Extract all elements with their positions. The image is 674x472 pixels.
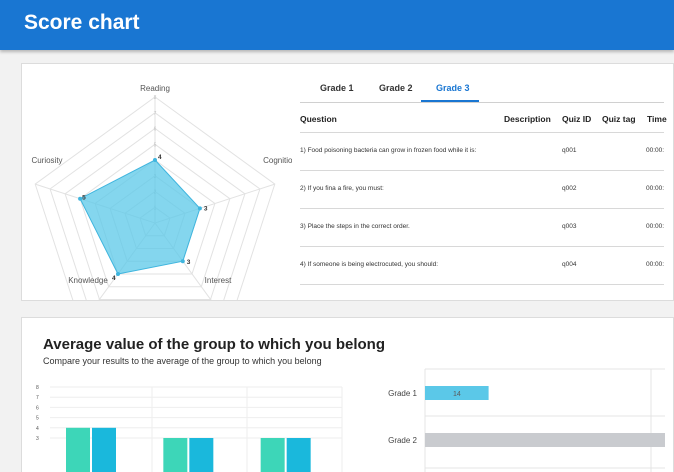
radar-point — [116, 272, 120, 276]
cell-time: 00:00: — [646, 185, 665, 192]
col-header-time[interactable]: Time — [647, 114, 667, 124]
radar-chart: 1234567843345ReadingCognitionInterestKno… — [31, 84, 292, 300]
radar-data-area — [79, 159, 201, 275]
category-label: Grade 2 — [388, 436, 417, 445]
app-header: Score chart — [0, 0, 674, 50]
cell-question: 1) Food poisoning bacteria can grow in f… — [300, 147, 477, 154]
radar-scale-label: 7 — [154, 111, 157, 117]
radar-value-label: 4 — [158, 154, 162, 161]
table-divider — [300, 246, 664, 247]
bar-value-label: 14 — [453, 391, 461, 398]
cell-time: 00:00: — [646, 147, 665, 154]
radar-axis-label: Curiosity — [31, 156, 62, 165]
cell-time: 00:00: — [646, 261, 665, 268]
cell-quiz-id: q001 — [562, 147, 577, 154]
grade-bar-chart: Grade 1 14 Grade 2 — [388, 368, 665, 472]
category-label: Grade 1 — [388, 389, 417, 398]
cell-quiz-id: q004 — [562, 261, 577, 268]
cell-question: 4) If someone is being electrocuted, you… — [300, 261, 439, 268]
cell-question: 2) If you fina a fire, you must: — [300, 185, 384, 192]
radar-scale-label: 5 — [154, 142, 157, 148]
average-card: Average value of the group to which you … — [21, 317, 674, 472]
tab-grade-1[interactable]: Grade 1 — [320, 83, 354, 93]
table-divider — [300, 208, 664, 209]
col-header-quiz-tag[interactable]: Quiz tag — [602, 114, 636, 124]
radar-value-label: 5 — [82, 195, 86, 202]
radar-axis-label: Reading — [140, 84, 170, 93]
radar-value-label: 3 — [204, 205, 208, 212]
col-header-quiz-id[interactable]: Quiz ID — [562, 114, 591, 124]
radar-value-label: 3 — [187, 259, 191, 266]
cell-question: 3) Place the steps in the correct order. — [300, 223, 410, 230]
cell-time: 00:00: — [646, 223, 665, 230]
table-divider — [300, 284, 664, 285]
radar-scale-label: 8 — [154, 95, 157, 101]
radar-axis-label: Knowledge — [68, 276, 108, 285]
page-title: Score chart — [24, 11, 140, 34]
cell-quiz-id: q002 — [562, 185, 577, 192]
bar — [425, 433, 665, 447]
radar-point — [153, 158, 157, 162]
radar-scale-label: 6 — [154, 127, 157, 133]
col-header-description[interactable]: Description — [504, 114, 551, 124]
radar-axis-label: Cognition — [263, 156, 292, 165]
cell-quiz-id: q003 — [562, 223, 577, 230]
tab-grade-2[interactable]: Grade 2 — [379, 83, 413, 93]
table-divider — [300, 132, 664, 133]
radar-axis-label: Interest — [205, 276, 232, 285]
table-divider — [300, 170, 664, 171]
score-card: 1234567843345ReadingCognitionInterestKno… — [21, 63, 674, 301]
radar-point — [197, 206, 202, 211]
tab-grade-3[interactable]: Grade 3 — [436, 83, 470, 93]
radar-point — [180, 259, 185, 264]
col-header-question[interactable]: Question — [300, 114, 337, 124]
tabs-divider — [300, 102, 664, 103]
radar-value-label: 4 — [112, 275, 116, 282]
